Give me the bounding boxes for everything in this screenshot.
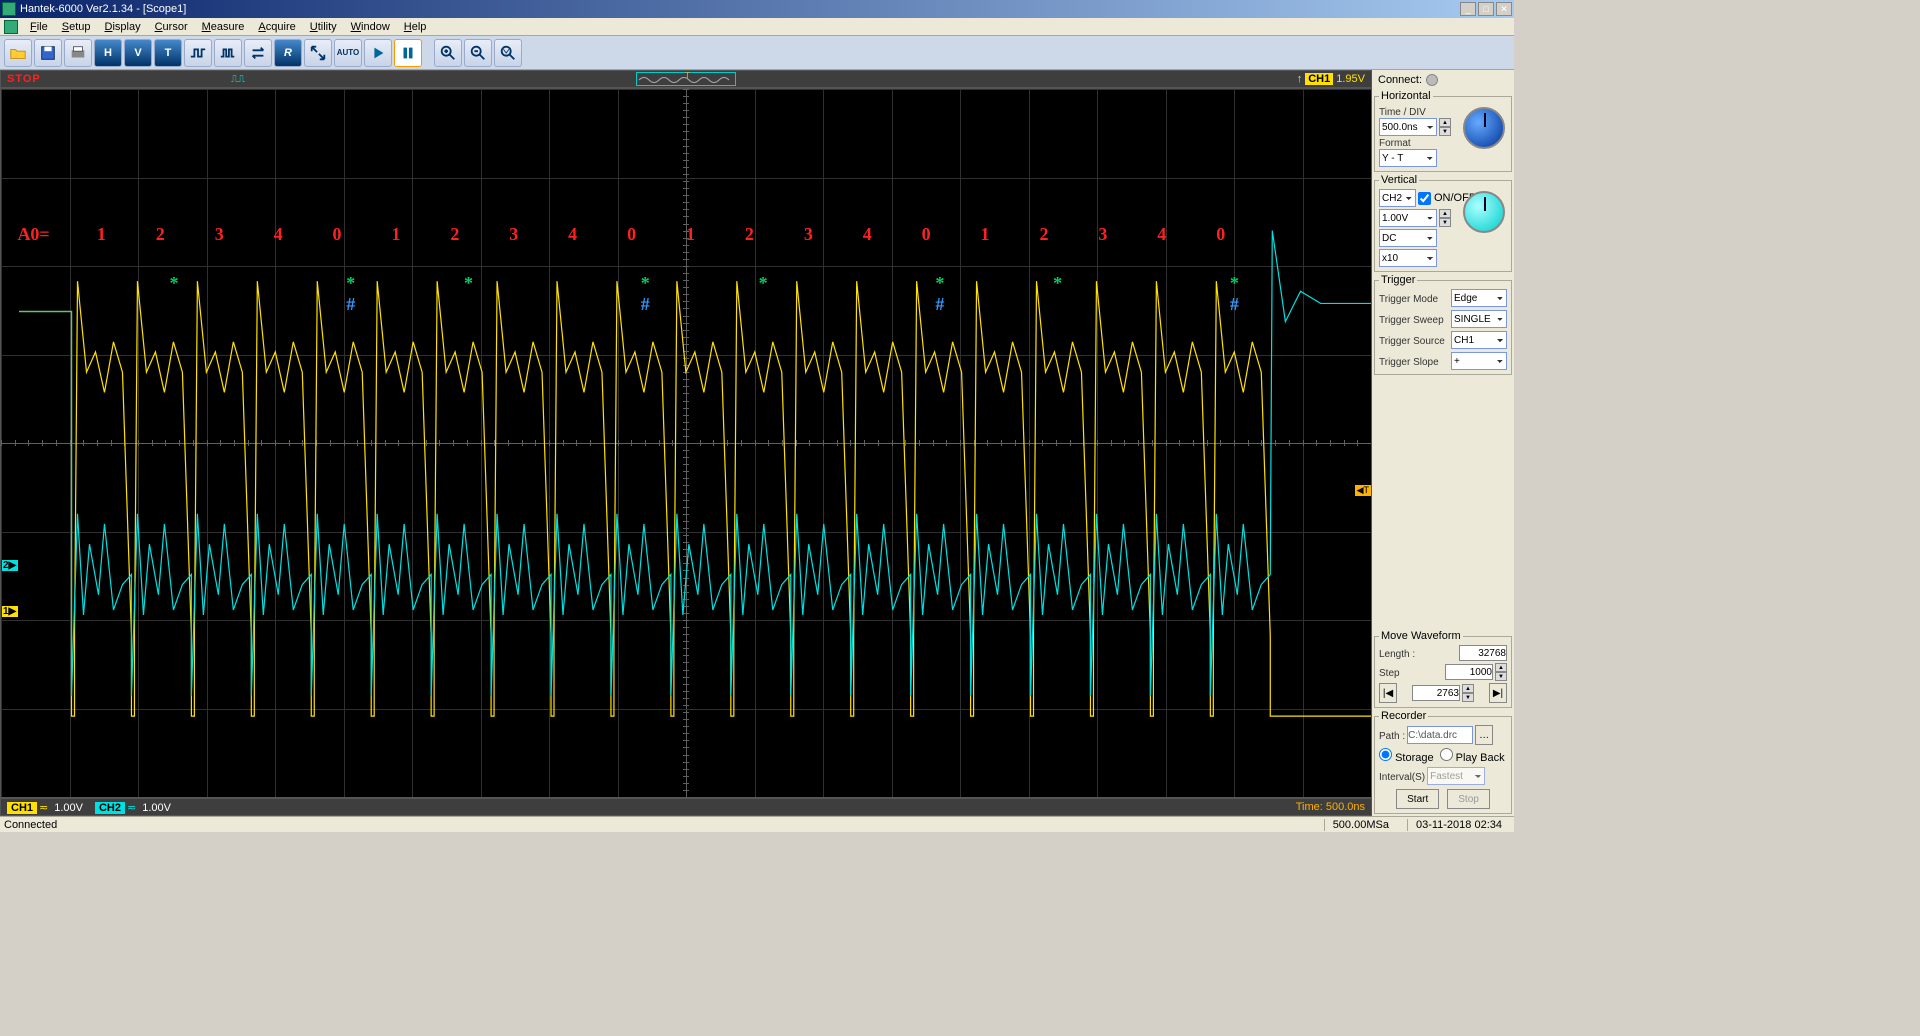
trigger-channel: CH1 (1305, 73, 1333, 85)
window-title: Hantek-6000 Ver2.1.34 - [Scope1] (20, 3, 186, 15)
zoomin-button[interactable] (434, 39, 462, 67)
trigger-group: Trigger Trigger Mode Edge Trigger Sweep … (1374, 274, 1512, 375)
browse-button[interactable]: … (1475, 725, 1493, 745)
move-waveform-group: Move Waveform Length : Step ▲▼ |◀ ▲▼ ▶| (1374, 630, 1512, 708)
channel-select[interactable]: CH2 (1379, 189, 1416, 207)
ch2-vdiv: 1.00V (142, 802, 171, 814)
pulse-icon: ⎍⎍ (231, 74, 245, 85)
minimize-button[interactable]: _ (1460, 2, 1476, 16)
maximize-button[interactable]: □ (1478, 2, 1494, 16)
trigger-level: 1.95V (1336, 73, 1365, 85)
pulse1-button[interactable] (184, 39, 212, 67)
menu-measure[interactable]: Measure (196, 20, 251, 34)
menu-bar: File Setup Display Cursor Measure Acquir… (0, 18, 1514, 36)
status-connected: Connected (4, 819, 57, 831)
coupling-select[interactable]: DC (1379, 229, 1437, 247)
pulse2-button[interactable] (214, 39, 242, 67)
scope-top-strip: STOP ⎍⎍ ↑ CH1 1.95V (0, 70, 1372, 88)
scope-display[interactable]: 1▶ 2▶ ◀T A0=12340123401234012340********… (0, 88, 1372, 798)
probe-select[interactable]: x10 (1379, 249, 1437, 267)
vdiv-select[interactable]: 1.00V (1379, 209, 1437, 227)
path-input (1407, 726, 1473, 744)
length-input[interactable] (1459, 645, 1507, 661)
horizontal-group: Horizontal Time / DIV 500.0ns▲▼ Format Y… (1374, 90, 1512, 172)
toolbar: H V T R AUTO (0, 36, 1514, 70)
position-input[interactable] (1412, 685, 1460, 701)
recorder-stop-button: Stop (1447, 789, 1490, 809)
resize-button[interactable] (304, 39, 332, 67)
overview-window[interactable] (636, 72, 736, 86)
recorder-group: Recorder Path : … Storage Play Back Inte… (1374, 710, 1512, 814)
vertical-group: Vertical CH2 ON/OFF 1.00V▲▼ DC x10 (1374, 174, 1512, 272)
playback-radio[interactable] (1440, 748, 1453, 761)
connect-label: Connect: (1378, 74, 1422, 86)
r-button[interactable]: R (274, 39, 302, 67)
ch1-label: CH1 (7, 802, 37, 814)
trigger-sweep-select[interactable]: SINGLE (1451, 310, 1507, 328)
interval-select: Fastest (1427, 767, 1485, 785)
vertical-knob[interactable] (1463, 191, 1505, 233)
recorder-start-button[interactable]: Start (1396, 789, 1439, 809)
side-panel: Connect: Horizontal Time / DIV 500.0ns▲▼… (1372, 70, 1514, 816)
storage-radio[interactable] (1379, 748, 1392, 761)
menu-window[interactable]: Window (345, 20, 396, 34)
move-first-button[interactable]: |◀ (1379, 683, 1397, 703)
close-button[interactable]: ✕ (1496, 2, 1512, 16)
trigger-edge-icon: ↑ (1297, 73, 1303, 85)
menu-cursor[interactable]: Cursor (149, 20, 194, 34)
scope-bottom-strip: CH1≂1.00V CH2≂1.00V Time: 500.0ns (0, 798, 1372, 816)
play-button[interactable] (364, 39, 392, 67)
trigger-slope-select[interactable]: + (1451, 352, 1507, 370)
status-rate: 500.00MSa (1324, 819, 1397, 831)
menu-acquire[interactable]: Acquire (252, 20, 301, 34)
menu-setup[interactable]: Setup (56, 20, 97, 34)
v-cursor-button[interactable]: V (124, 39, 152, 67)
open-button[interactable] (4, 39, 32, 67)
auto-button[interactable]: AUTO (334, 39, 362, 67)
channel-onoff[interactable] (1418, 192, 1431, 205)
connect-indicator (1426, 74, 1438, 86)
status-datetime: 03-11-2018 02:34 (1407, 819, 1510, 831)
save-button[interactable] (34, 39, 62, 67)
print-button[interactable] (64, 39, 92, 67)
zoomfit-button[interactable] (494, 39, 522, 67)
swap-button[interactable] (244, 39, 272, 67)
zoomout-button[interactable] (464, 39, 492, 67)
trigger-mode-select[interactable]: Edge (1451, 289, 1507, 307)
format-select[interactable]: Y - T (1379, 149, 1437, 167)
move-last-button[interactable]: ▶| (1489, 683, 1507, 703)
timebase-select[interactable]: 500.0ns (1379, 118, 1437, 136)
menu-help[interactable]: Help (398, 20, 433, 34)
app-icon (2, 2, 16, 16)
timebase-readout: Time: 500.0ns (1296, 801, 1365, 813)
h-cursor-button[interactable]: H (94, 39, 122, 67)
trigger-source-select[interactable]: CH1 (1451, 331, 1507, 349)
title-bar: Hantek-6000 Ver2.1.34 - [Scope1] _ □ ✕ (0, 0, 1514, 18)
pause-button[interactable] (394, 39, 422, 67)
doc-icon (4, 20, 18, 34)
menu-utility[interactable]: Utility (304, 20, 343, 34)
status-bar: Connected 500.00MSa 03-11-2018 02:34 (0, 816, 1514, 832)
ch2-label: CH2 (95, 802, 125, 814)
t-cursor-button[interactable]: T (154, 39, 182, 67)
menu-display[interactable]: Display (99, 20, 147, 34)
run-status: STOP (7, 73, 41, 85)
step-input[interactable] (1445, 664, 1493, 680)
timebase-knob[interactable] (1463, 107, 1505, 149)
menu-file[interactable]: File (24, 20, 54, 34)
ch1-vdiv: 1.00V (54, 802, 83, 814)
